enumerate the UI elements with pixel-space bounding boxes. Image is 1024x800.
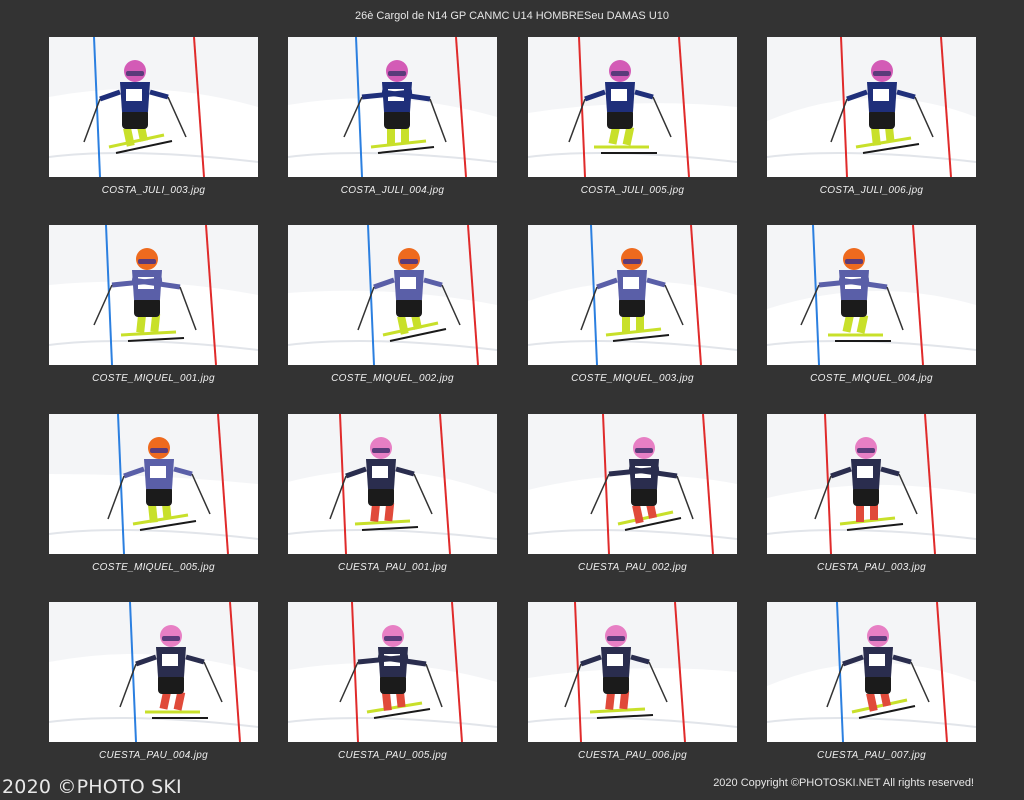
thumbnail-image[interactable] [767,225,976,365]
thumbnail-image[interactable] [288,37,497,177]
page-title: 26è Cargol de N14 GP CANMC U14 HOMBRESeu… [354,10,670,22]
thumbnail-caption[interactable]: COSTE_MIQUEL_005.jpg [49,562,258,573]
thumbnail-caption[interactable]: COSTE_MIQUEL_003.jpg [528,373,737,384]
thumbnail-card[interactable]: COSTE_MIQUEL_002.jpg [288,225,497,400]
thumbnail-card[interactable]: COSTA_JULI_005.jpg [528,37,737,212]
thumbnail-image[interactable] [528,602,737,742]
thumbnail-image[interactable] [49,225,258,365]
thumbnail-caption[interactable]: COSTE_MIQUEL_002.jpg [288,373,497,384]
thumbnail-caption[interactable]: COSTE_MIQUEL_001.jpg [49,373,258,384]
thumbnail-card[interactable]: CUESTA_PAU_005.jpg [288,602,497,777]
thumbnail-image[interactable] [767,37,976,177]
thumbnail-image[interactable] [528,37,737,177]
thumbnail-card[interactable]: CUESTA_PAU_004.jpg [49,602,258,777]
thumbnail-card[interactable]: CUESTA_PAU_003.jpg [767,414,976,589]
thumbnail-caption[interactable]: COSTA_JULI_006.jpg [767,185,976,196]
thumbnail-card[interactable]: CUESTA_PAU_002.jpg [528,414,737,589]
thumbnail-grid: COSTA_JULI_003.jpg COSTA_JULI_004.jpg COST… [49,37,976,777]
thumbnail-image[interactable] [767,602,976,742]
thumbnail-card[interactable]: COSTE_MIQUEL_003.jpg [528,225,737,400]
thumbnail-image[interactable] [288,225,497,365]
thumbnail-image[interactable] [528,414,737,554]
watermark-text: 2020 ©PHOTO SKI [2,776,182,798]
thumbnail-card[interactable]: COSTA_JULI_003.jpg [49,37,258,212]
thumbnail-image[interactable] [288,602,497,742]
thumbnail-card[interactable]: COSTE_MIQUEL_005.jpg [49,414,258,589]
thumbnail-card[interactable]: CUESTA_PAU_007.jpg [767,602,976,777]
thumbnail-caption[interactable]: CUESTA_PAU_007.jpg [767,750,976,761]
thumbnail-caption[interactable]: CUESTA_PAU_001.jpg [288,562,497,573]
thumbnail-caption[interactable]: COSTA_JULI_003.jpg [49,185,258,196]
thumbnail-caption[interactable]: CUESTA_PAU_002.jpg [528,562,737,573]
thumbnail-image[interactable] [767,414,976,554]
thumbnail-caption[interactable]: CUESTA_PAU_003.jpg [767,562,976,573]
thumbnail-caption[interactable]: COSTA_JULI_005.jpg [528,185,737,196]
thumbnail-caption[interactable]: COSTE_MIQUEL_004.jpg [767,373,976,384]
thumbnail-image[interactable] [49,37,258,177]
thumbnail-image[interactable] [528,225,737,365]
thumbnail-image[interactable] [49,414,258,554]
thumbnail-card[interactable]: CUESTA_PAU_006.jpg [528,602,737,777]
thumbnail-image[interactable] [49,602,258,742]
thumbnail-card[interactable]: COSTE_MIQUEL_001.jpg [49,225,258,400]
thumbnail-card[interactable]: COSTA_JULI_004.jpg [288,37,497,212]
thumbnail-caption[interactable]: CUESTA_PAU_005.jpg [288,750,497,761]
thumbnail-card[interactable]: CUESTA_PAU_001.jpg [288,414,497,589]
thumbnail-caption[interactable]: CUESTA_PAU_004.jpg [49,750,258,761]
thumbnail-caption[interactable]: COSTA_JULI_004.jpg [288,185,497,196]
thumbnail-image[interactable] [288,414,497,554]
thumbnail-caption[interactable]: CUESTA_PAU_006.jpg [528,750,737,761]
thumbnail-card[interactable]: COSTA_JULI_006.jpg [767,37,976,212]
copyright-text: 2020 Copyright ©PHOTOSKI.NET All rights … [713,777,974,789]
thumbnail-card[interactable]: COSTE_MIQUEL_004.jpg [767,225,976,400]
